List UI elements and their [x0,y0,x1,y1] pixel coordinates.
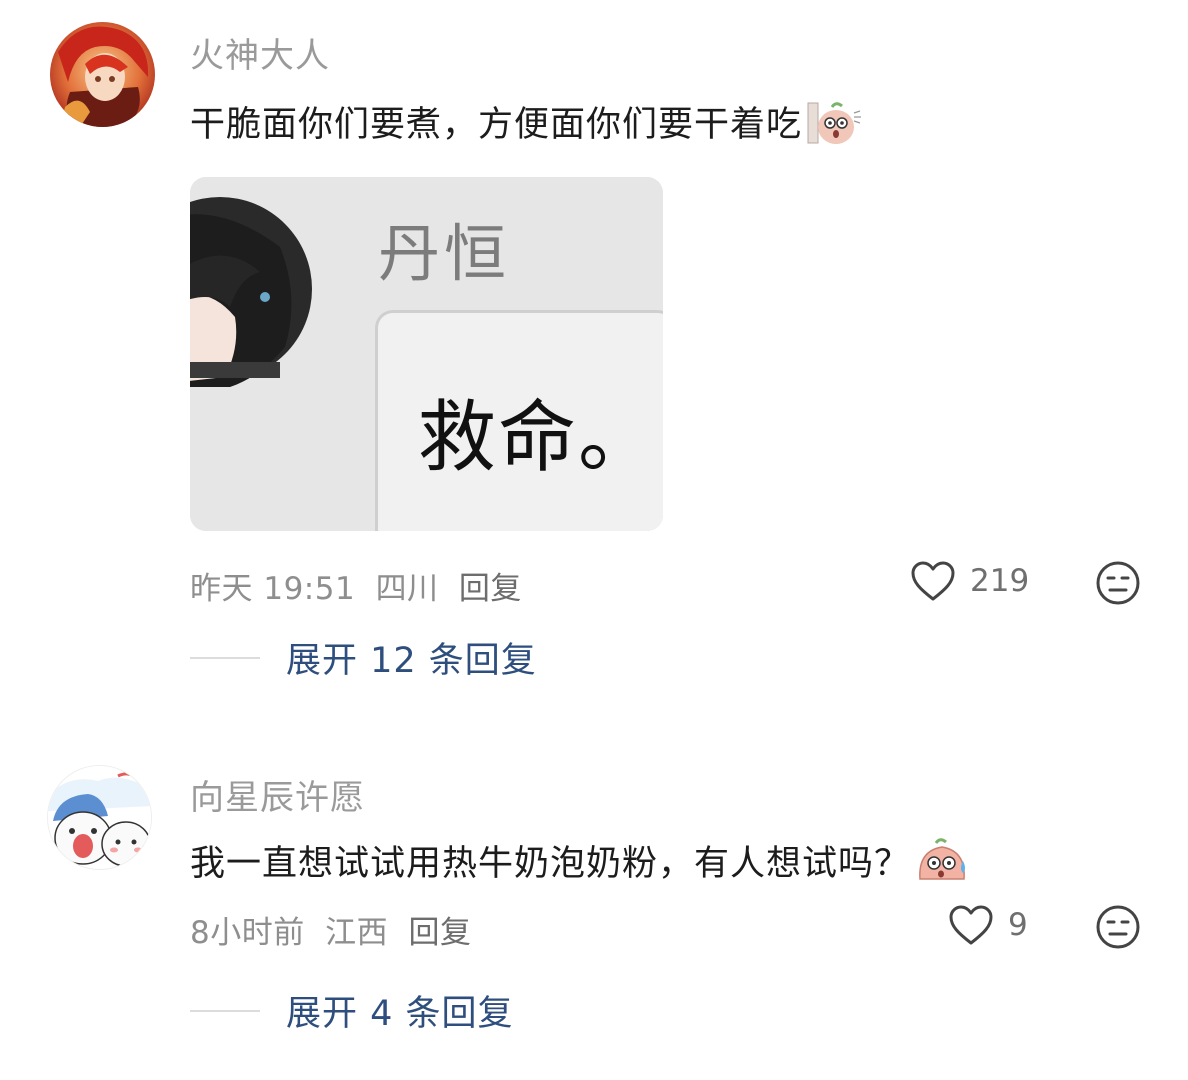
like-button[interactable]: 219 [910,560,1029,602]
username[interactable]: 向星辰许愿 [190,770,365,819]
comment-item: 火神大人 干脆面你们要煮，方便面你们要干着吃 丹恒 救命。 昨天 19:51 四… [0,0,1188,700]
divider-line [190,656,260,659]
heart-icon [911,561,955,601]
comment-text: 干脆面你们要煮，方便面你们要干着吃 [190,96,862,154]
comment-meta: 昨天 19:51 四川 回复 [190,563,532,608]
reply-button[interactable]: 回复 [459,571,522,607]
user-avatar-icon [48,766,151,869]
comment-text: 我一直想试试用热牛奶泡奶粉，有人想试吗？ [190,835,970,894]
image-name-text: 丹恒 [378,217,511,290]
comment-meta: 8小时前 江西 回复 [190,907,481,952]
neutral-face-icon [1096,561,1140,605]
expand-replies-label: 展开 4 条回复 [286,994,514,1034]
expand-replies-label: 展开 12 条回复 [286,641,537,681]
like-button[interactable]: 9 [948,904,1028,946]
comment-item: 向星辰许愿 我一直想试试用热牛奶泡奶粉，有人想试吗？ 8小时前 江西 回复 9 [0,740,1188,1060]
neutral-face-icon [1096,905,1140,949]
comment-time: 8小时前 [190,915,305,951]
reply-button[interactable]: 回复 [408,915,471,951]
username[interactable]: 火神大人 [190,28,330,77]
comment-text-content: 我一直想试试用热牛奶泡奶粉，有人想试吗？ [190,844,911,884]
expand-replies-button[interactable]: 展开 4 条回复 [190,985,514,1036]
user-avatar-icon [50,22,155,127]
reaction-button[interactable] [1095,560,1141,610]
reaction-button[interactable] [1095,904,1141,954]
sweating-creature-icon [914,837,970,894]
like-count: 219 [970,563,1030,599]
image-bubble-text: 救命。 [418,393,659,483]
peeking-creature-icon [806,99,862,154]
comment-location: 四川 [375,571,439,607]
comment-location: 江西 [325,915,389,951]
comment-image[interactable]: 丹恒 救命。 [190,177,663,531]
avatar[interactable] [47,765,152,870]
avatar[interactable] [50,22,155,127]
like-count: 9 [1008,907,1028,943]
heart-icon [949,905,993,945]
divider-line [190,1009,260,1012]
comment-time: 昨天 19:51 [190,571,356,607]
image-chat-bubble: 救命。 [375,310,663,531]
expand-replies-button[interactable]: 展开 12 条回复 [190,632,537,683]
comment-text-content: 干脆面你们要煮，方便面你们要干着吃 [190,105,803,145]
